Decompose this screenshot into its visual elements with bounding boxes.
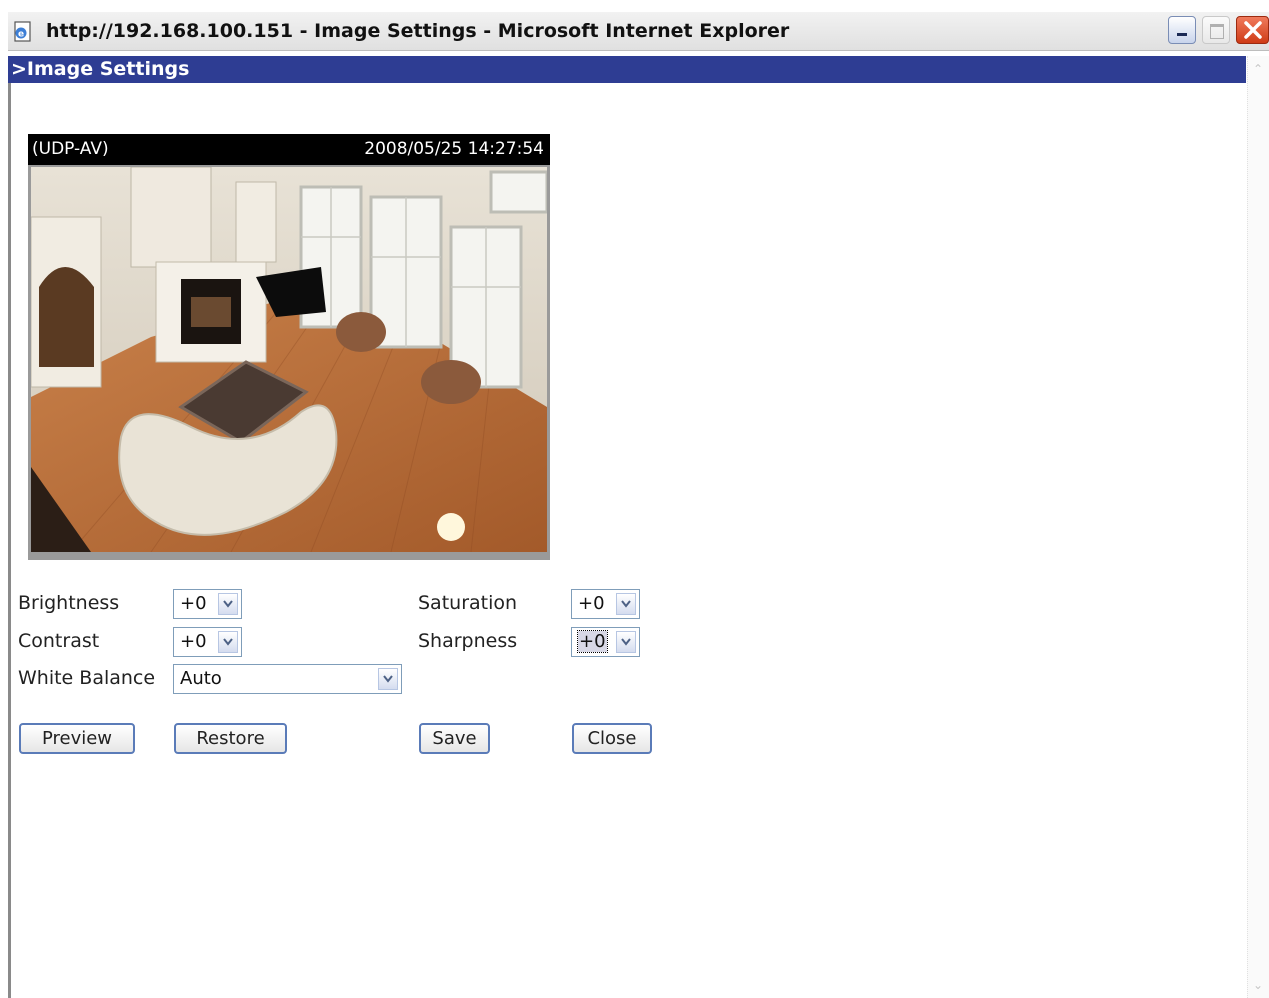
page-header: >Image Settings [8,56,1246,83]
camera-image [31,167,547,552]
contrast-value: +0 [180,631,207,652]
chevron-down-icon[interactable] [616,593,636,615]
chevron-down-icon[interactable] [378,668,398,690]
saturation-select[interactable]: +0 [571,589,640,619]
ie-page-icon: e [14,21,31,42]
sharpness-value: +0 [577,630,608,653]
close-window-button[interactable] [1236,16,1269,44]
chevron-down-icon[interactable] [218,593,238,615]
restore-button[interactable]: Restore [174,723,287,754]
scroll-down-arrow-icon[interactable]: ⌄ [1249,976,1267,994]
window-title: http://192.168.100.151 - Image Settings … [46,20,790,42]
vertical-scrollbar[interactable] [1247,56,1269,998]
chevron-down-icon[interactable] [616,631,636,653]
svg-text:e: e [18,30,24,40]
camera-caption-bar: (UDP-AV) 2008/05/25 14:27:54 [28,134,550,165]
sharpness-select[interactable]: +0 [571,627,640,657]
saturation-value: +0 [578,593,605,614]
sharpness-label: Sharpness [418,630,518,652]
camera-protocol: (UDP-AV) [32,139,109,159]
contrast-label: Contrast [18,630,100,652]
close-button[interactable]: Close [572,723,652,754]
white-balance-label: White Balance [18,667,156,689]
brightness-select[interactable]: +0 [173,589,242,619]
white-balance-value: Auto [180,668,222,689]
white-balance-select[interactable]: Auto [173,664,402,694]
close-icon [1244,21,1262,39]
save-button[interactable]: Save [419,723,490,754]
camera-live-view: (UDP-AV) 2008/05/25 14:27:54 [28,134,550,560]
brightness-label: Brightness [18,592,120,614]
window-left-border [8,83,11,998]
minimize-button[interactable] [1168,16,1196,44]
scroll-up-arrow-icon[interactable]: ⌃ [1249,60,1267,78]
chevron-down-icon[interactable] [218,631,238,653]
saturation-label: Saturation [418,592,518,614]
preview-button[interactable]: Preview [19,723,135,754]
maximize-button[interactable] [1202,16,1230,44]
brightness-value: +0 [180,593,207,614]
window-title-bar[interactable]: e http://192.168.100.151 - Image Setting… [8,12,1269,51]
contrast-select[interactable]: +0 [173,627,242,657]
camera-timestamp: 2008/05/25 14:27:54 [364,139,544,159]
